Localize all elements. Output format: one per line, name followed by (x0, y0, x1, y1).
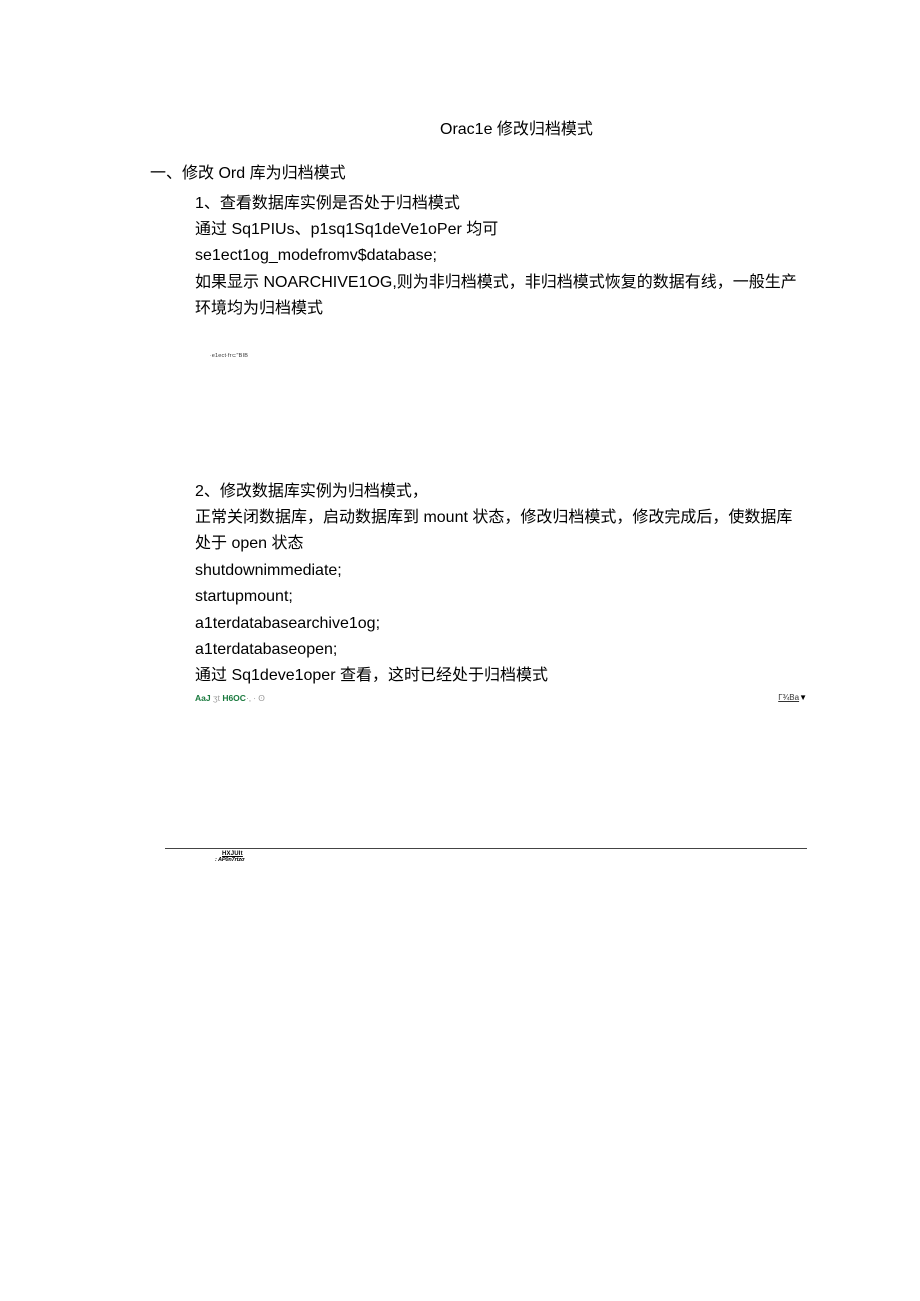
item-2-line-2: shutdownimmediate; (0, 558, 920, 584)
item-1-line-2: se1ect1og_modefromv$database; (0, 243, 920, 269)
spacer (0, 359, 920, 479)
toolbar-left: AaJ ʒt H6OC·, ∙ ʘ (195, 693, 265, 703)
footer-code-artifact: HXJUIt : AP0n7rtzσ (0, 851, 920, 863)
item-2-line-4: a1terdatabasearchive1og; (0, 611, 920, 637)
item-1-line-1: 通过 Sq1PIUs、p1sq1Sq1deVe1oPer 均可 (0, 217, 920, 243)
item-2-heading: 2、修改数据库实例为归档模式， (0, 479, 920, 505)
page-title: Orac1e 修改归档模式 (0, 115, 920, 139)
toolbar-right: Γ¾Ba▼ (778, 693, 807, 703)
document-page: Orac1e 修改归档模式 一、修改 Ord 库为归档模式 1、查看数据库实例是… (0, 0, 920, 863)
item-2-line-1: 正常关闭数据库，启动数据库到 mount 状态，修改归档模式，修改完成后，使数据… (0, 505, 920, 558)
item-1-line-3: 如果显示 NOARCHIVE1OG,则为非归档模式，非归档模式恢复的数据有线，一… (0, 270, 920, 323)
chevron-down-icon: ▼ (799, 693, 807, 703)
item-1-heading: 1、查看数据库实例是否处于归档模式 (0, 191, 920, 217)
footer-line-2: : AP0n7rtzσ (215, 857, 920, 863)
item-2-line-3: startupmount; (0, 584, 920, 610)
item-2-line-5: a1terdatabaseopen; (0, 637, 920, 663)
item-2-line-6: 通过 Sq1deve1oper 查看，这时已经处于归档模式 (0, 663, 920, 689)
section-heading-1: 一、修改 Ord 库为归档模式 (0, 161, 920, 187)
divider (165, 848, 807, 849)
ide-toolbar-artifact: AaJ ʒt H6OC·, ∙ ʘ Γ¾Ba▼ (0, 693, 920, 703)
